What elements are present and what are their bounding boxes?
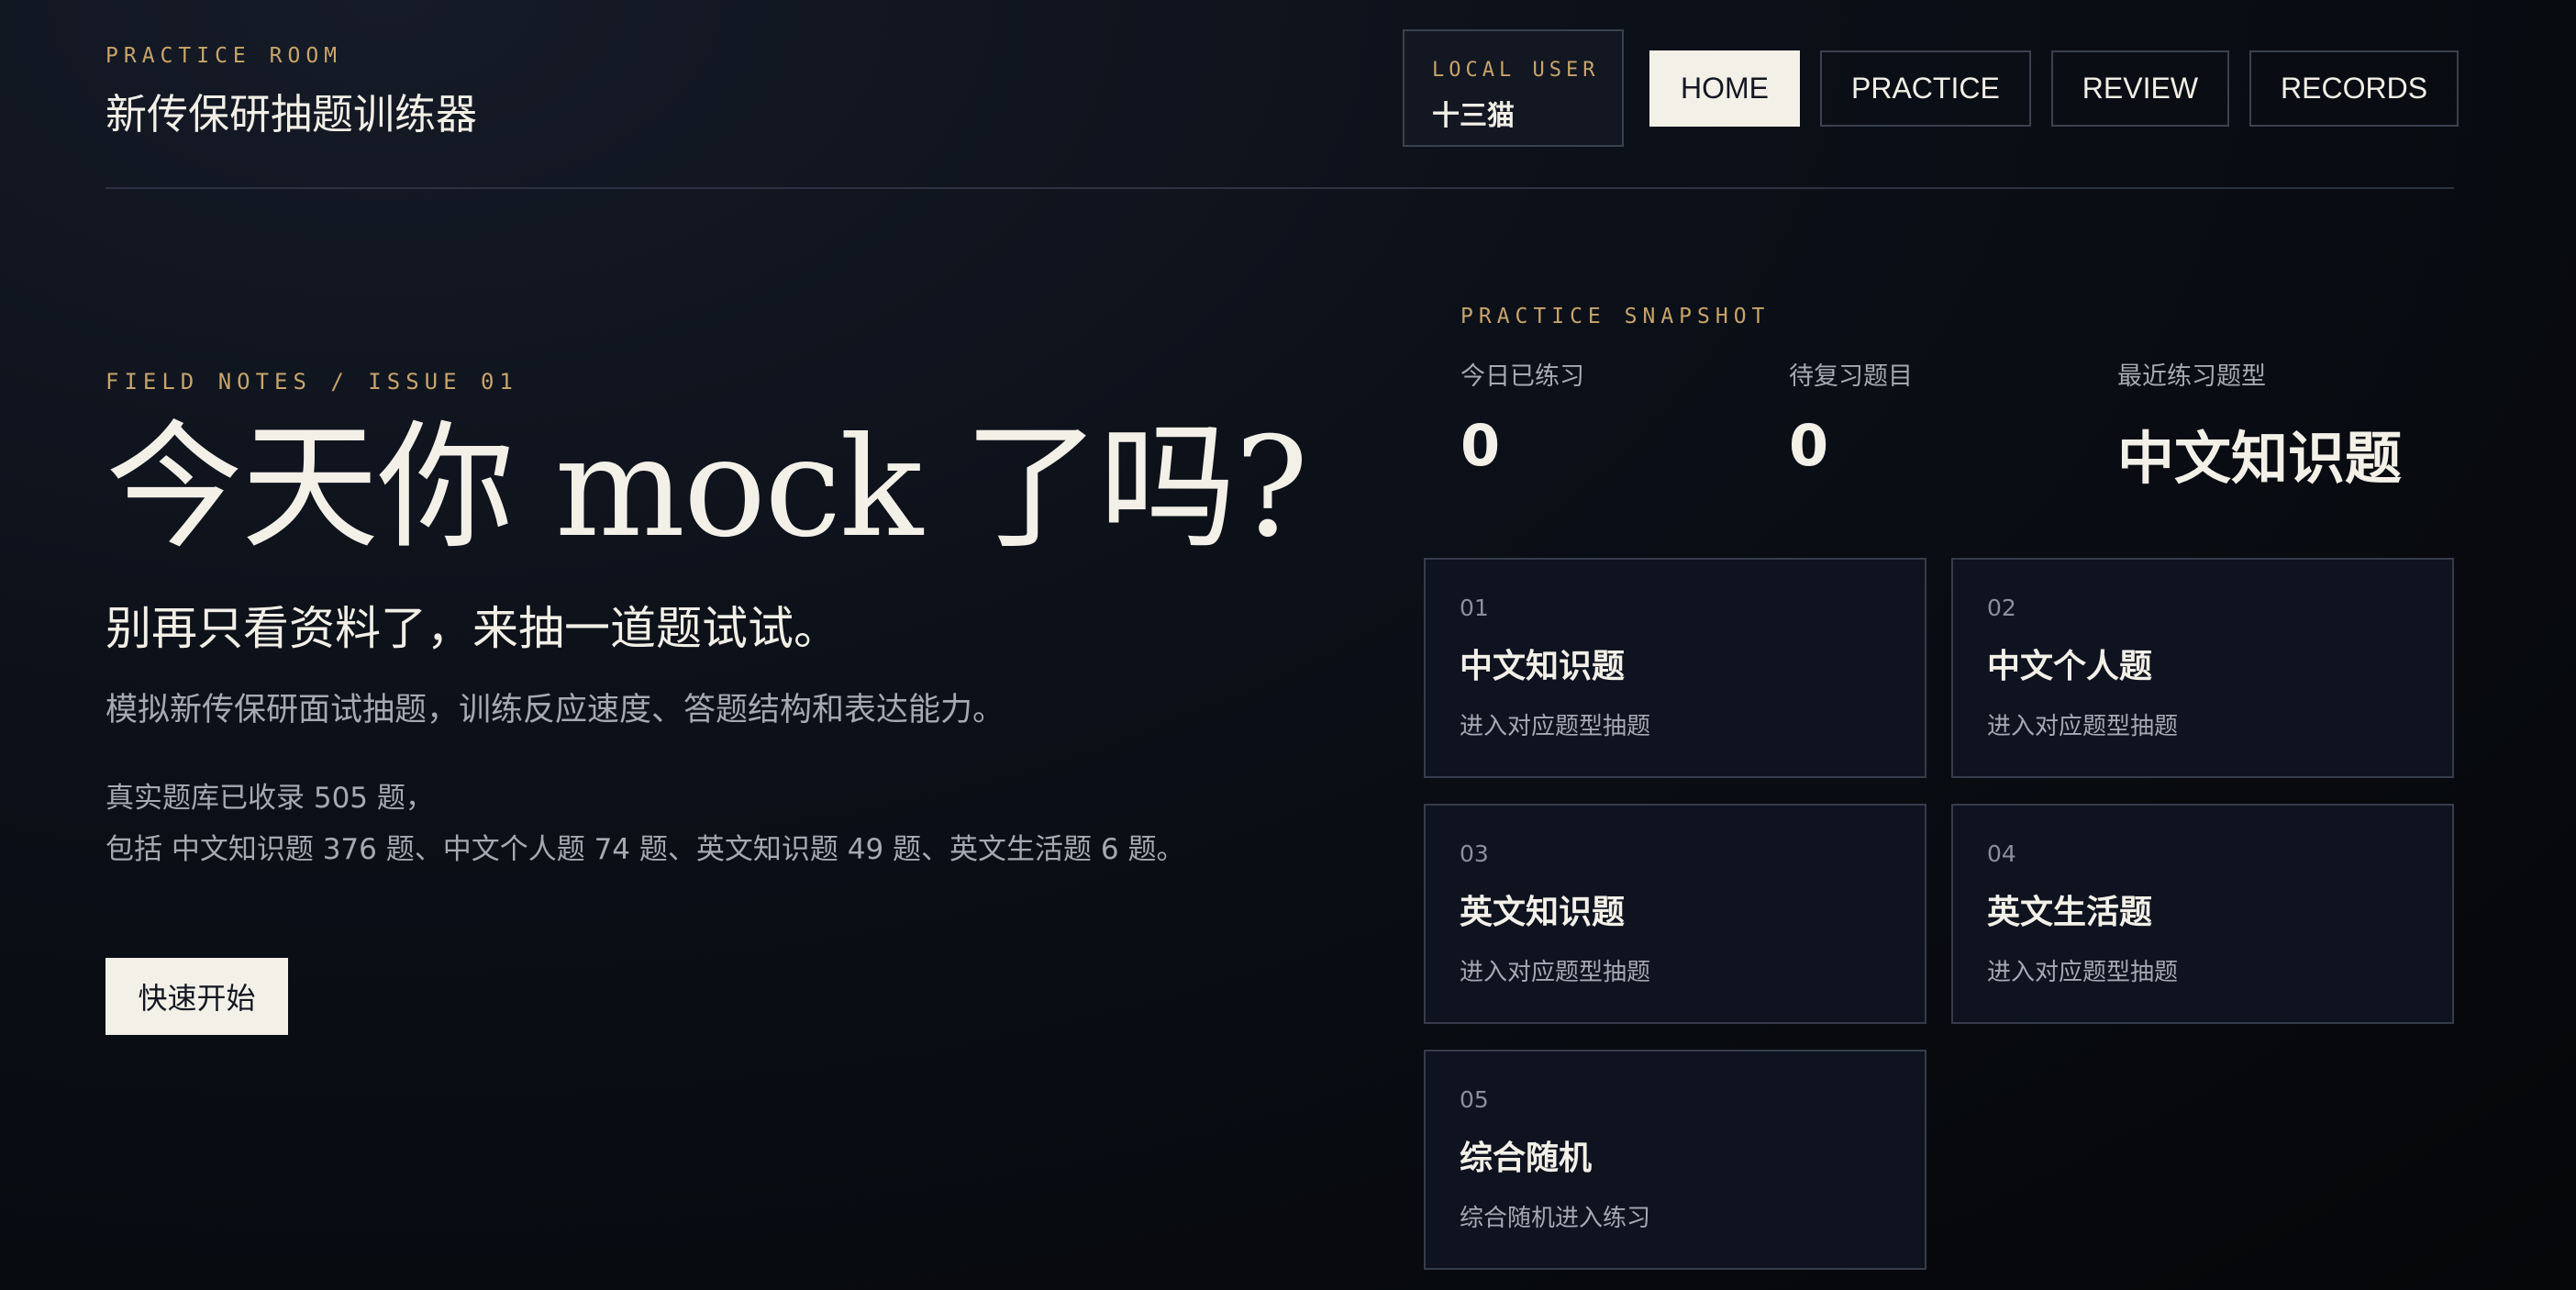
stat-label: 最近练习题型	[2117, 362, 2266, 391]
snapshot-stats: 今日已练习 0 待复习题目 0 最近练习题型 中文知识题	[1460, 356, 2470, 495]
stat-value: 0	[1789, 412, 1829, 479]
category-card-chinese-knowledge[interactable]: 01 中文知识题 进入对应题型抽题	[1424, 558, 1926, 778]
stat-value: 0	[1460, 412, 1501, 479]
card-title: 英文生活题	[1987, 894, 2153, 931]
brand: PRACTICE ROOM 新传保研抽题训练器	[105, 44, 477, 140]
stat-label: 待复习题目	[1789, 362, 1913, 391]
brand-kicker: PRACTICE ROOM	[105, 44, 343, 68]
card-description: 进入对应题型抽题	[1460, 959, 1651, 986]
card-number: 05	[1460, 1086, 1489, 1113]
stats-line-1: 真实题库已收录 505 题，	[105, 782, 434, 815]
card-description: 进入对应题型抽题	[1460, 713, 1651, 740]
header-divider	[105, 187, 2454, 189]
main-nav: HOME PRACTICE REVIEW RECORDS	[1649, 50, 2459, 127]
card-number: 03	[1460, 840, 1489, 867]
category-card-random[interactable]: 05 综合随机 综合随机进入练习	[1424, 1050, 1926, 1270]
local-user-box[interactable]: LOCAL USER 十三猫	[1403, 29, 1624, 147]
stat-label: 今日已练习	[1460, 362, 1584, 391]
stat-today: 今日已练习 0	[1460, 356, 1789, 495]
card-number: 04	[1987, 840, 2016, 867]
card-title: 中文个人题	[1987, 648, 2153, 685]
page: PRACTICE ROOM 新传保研抽题训练器 LOCAL USER 十三猫 H…	[0, 0, 2576, 1290]
stat-recent-type: 最近练习题型 中文知识题	[2117, 356, 2446, 495]
quick-start-button[interactable]: 快速开始	[105, 958, 288, 1035]
card-title: 中文知识题	[1460, 648, 1626, 685]
card-title: 综合随机	[1460, 1140, 1593, 1177]
card-description: 综合随机进入练习	[1460, 1205, 1651, 1232]
stats-line-2: 包括 中文知识题 376 题、中文个人题 74 题、英文知识题 49 题、英文生…	[105, 833, 1185, 866]
hero-subtitle: 别再只看资料了，来抽一道题试试。	[105, 602, 839, 655]
nav-records[interactable]: RECORDS	[2249, 50, 2459, 127]
category-card-chinese-personal[interactable]: 02 中文个人题 进入对应题型抽题	[1951, 558, 2454, 778]
user-name: 十三猫	[1432, 100, 1515, 132]
user-kicker: LOCAL USER	[1432, 59, 1600, 82]
app-title: 新传保研抽题训练器	[105, 90, 478, 139]
snapshot-kicker: PRACTICE SNAPSHOT	[1460, 305, 1771, 328]
question-bank-stats: 真实题库已收录 505 题， 包括 中文知识题 376 题、中文个人题 74 题…	[105, 773, 1390, 875]
hero-title: 今天你 mock 了吗?	[105, 408, 1308, 568]
hero-kicker: FIELD NOTES / ISSUE 01	[105, 369, 518, 395]
card-title: 英文知识题	[1460, 894, 1626, 931]
hero-section: FIELD NOTES / ISSUE 01 今天你 mock 了吗? 别再只看…	[105, 369, 1390, 875]
hero-description: 模拟新传保研面试抽题，训练反应速度、答题结构和表达能力。	[105, 692, 1005, 728]
card-number: 02	[1987, 595, 2016, 621]
card-number: 01	[1460, 595, 1489, 621]
card-description: 进入对应题型抽题	[1987, 959, 2179, 986]
category-card-english-knowledge[interactable]: 03 英文知识题 进入对应题型抽题	[1424, 804, 1926, 1024]
stat-review: 待复习题目 0	[1789, 356, 2117, 495]
practice-snapshot: PRACTICE SNAPSHOT 今日已练习 0 待复习题目 0 最近练习题型…	[1460, 305, 2470, 495]
category-card-english-life[interactable]: 04 英文生活题 进入对应题型抽题	[1951, 804, 2454, 1024]
stat-value: 中文知识题	[2117, 425, 2403, 492]
nav-review[interactable]: REVIEW	[2050, 50, 2230, 127]
nav-practice[interactable]: PRACTICE	[1820, 50, 2031, 127]
nav-home[interactable]: HOME	[1649, 50, 1800, 127]
card-description: 进入对应题型抽题	[1987, 713, 2179, 740]
